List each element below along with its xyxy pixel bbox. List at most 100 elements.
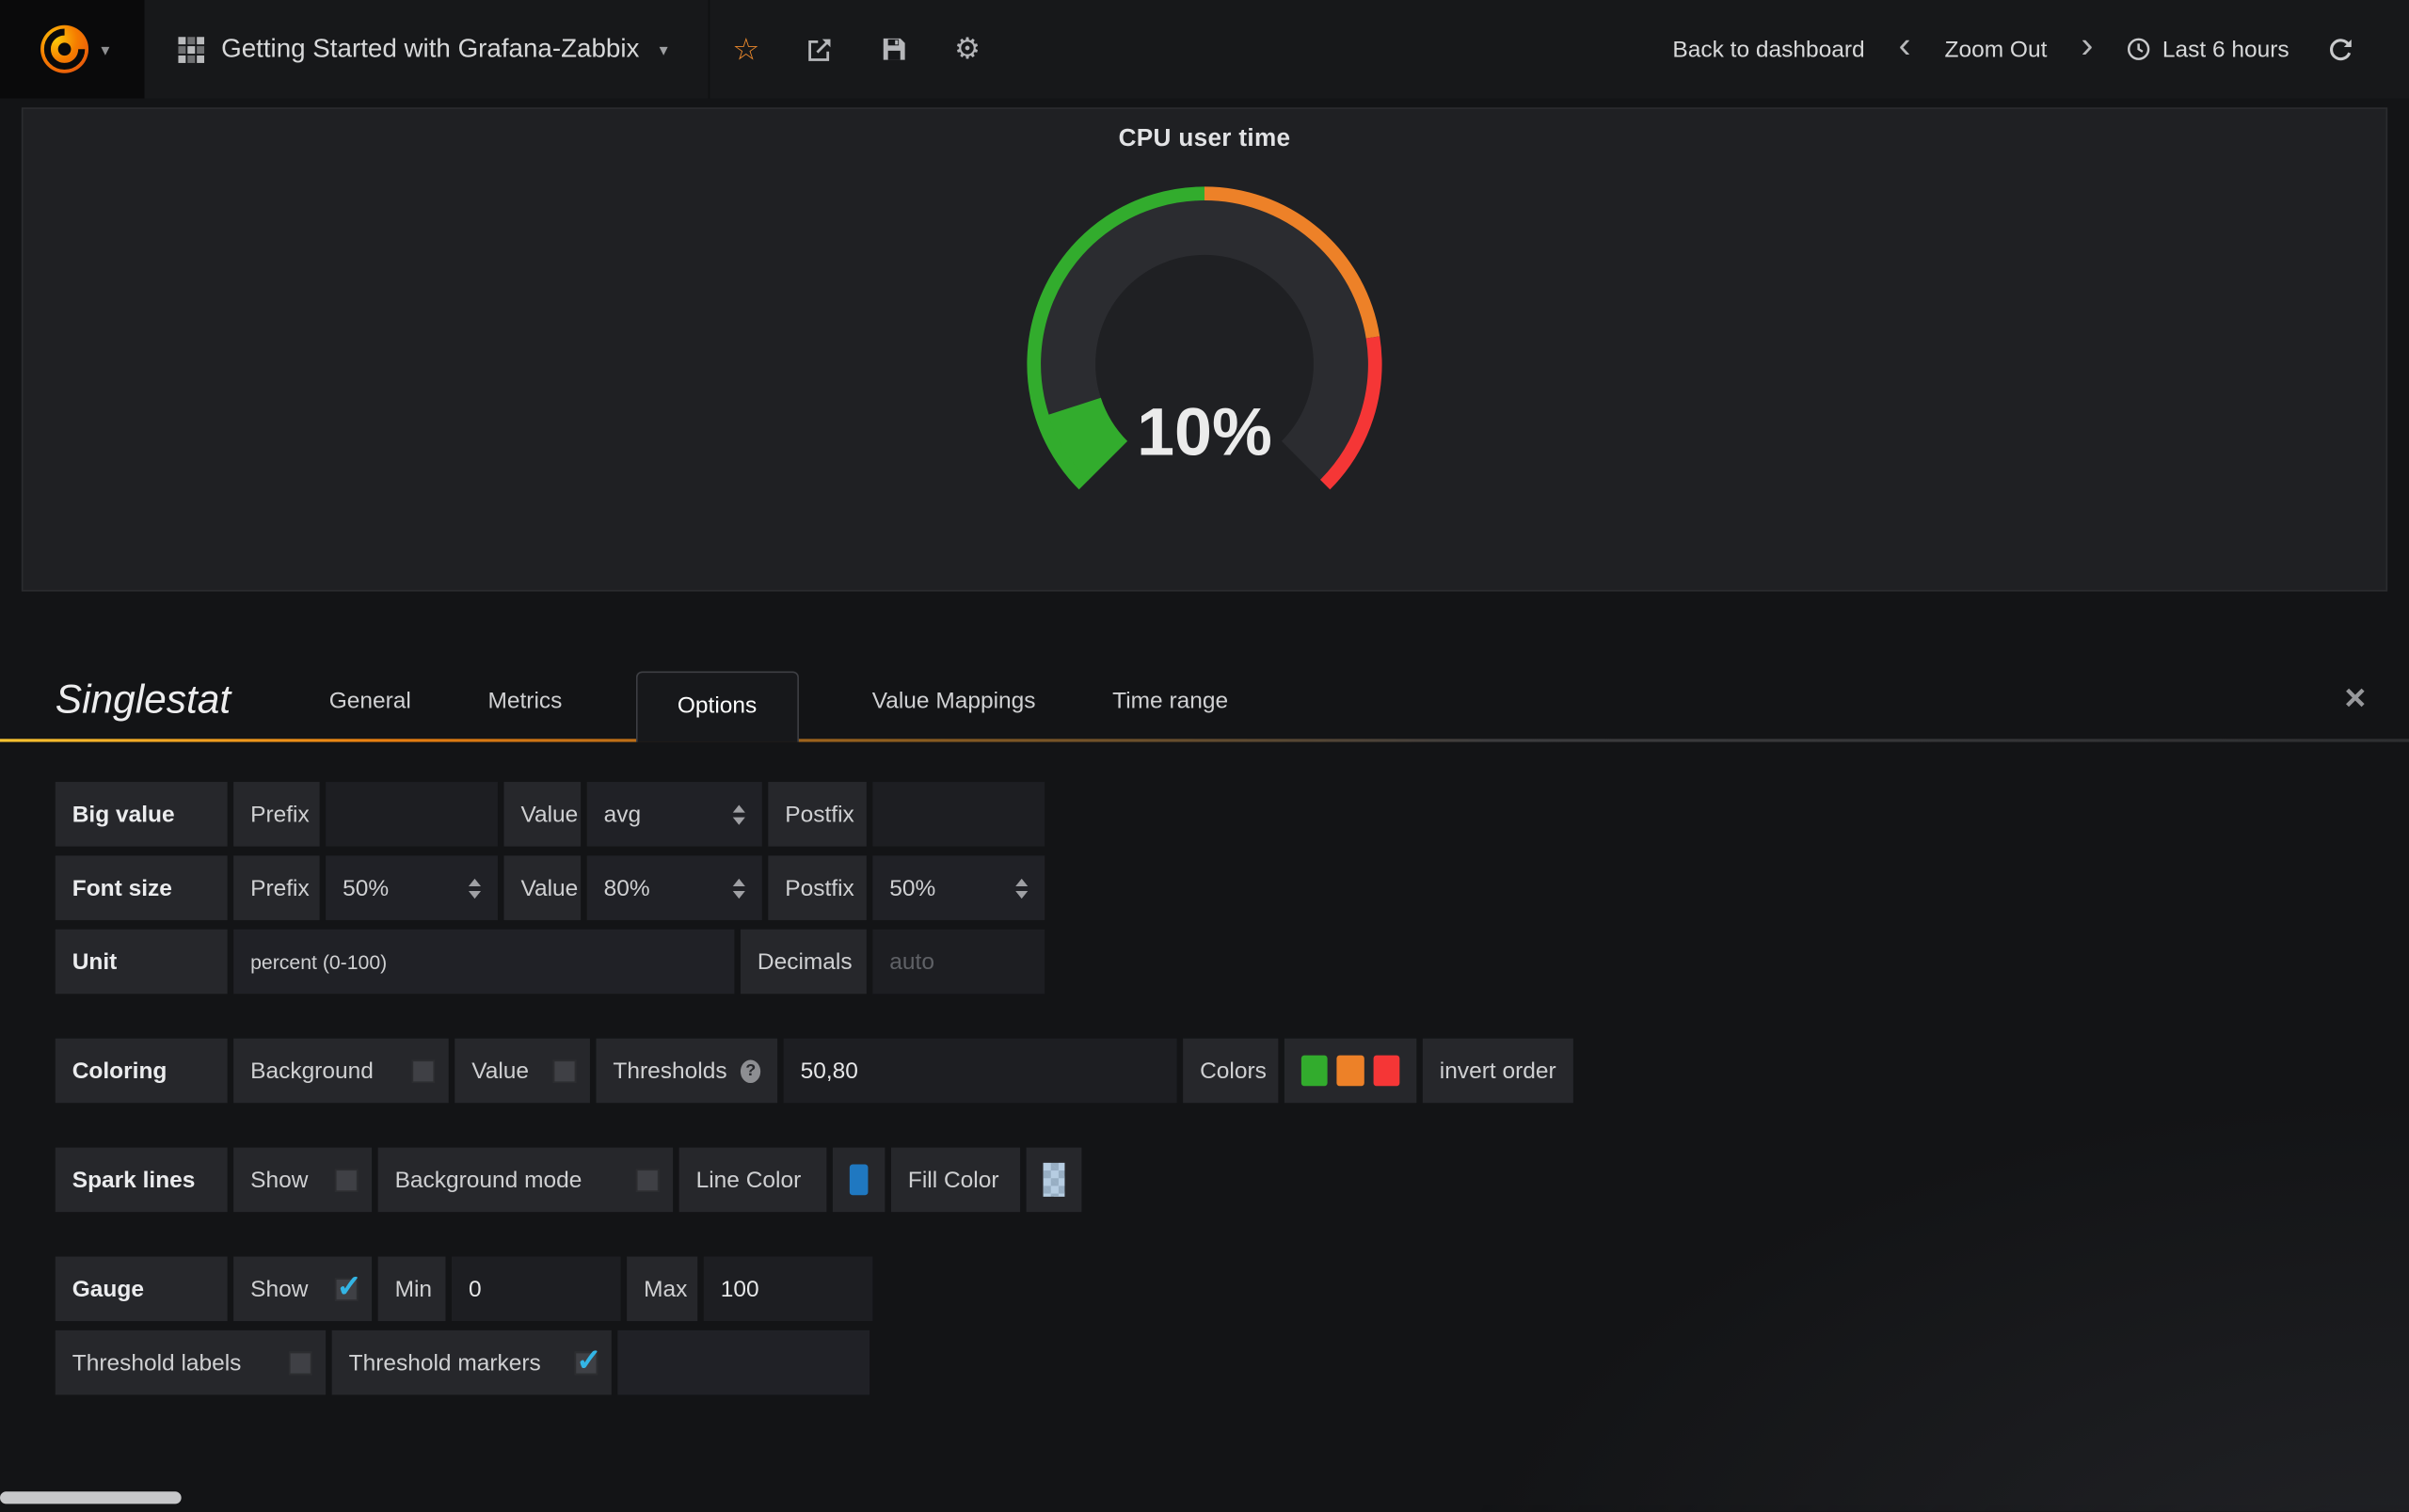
gauge-value-arc	[1075, 406, 1108, 461]
invert-order-button[interactable]: invert order	[1423, 1039, 1573, 1104]
coloring-background-checkbox[interactable]	[412, 1059, 435, 1082]
font-size-prefix-select[interactable]: 50%	[326, 855, 498, 920]
time-shift-left-button[interactable]: ‹	[1890, 27, 1921, 64]
line-color-label: Line Color	[679, 1148, 827, 1213]
dashboard-grid-icon	[178, 36, 204, 62]
close-editor-icon[interactable]: ×	[2344, 680, 2366, 717]
gauge-max-input[interactable]	[704, 1257, 873, 1322]
dashboard-area: CPU user time 10%	[0, 98, 2409, 591]
spark-lines-row: Spark lines Show Background mode Line Co…	[56, 1148, 2409, 1213]
line-color-swatch-seg	[833, 1148, 885, 1213]
font-size-value-select[interactable]: 80%	[587, 855, 762, 920]
panel-editor: Singlestat General Metrics Options Value…	[0, 653, 2409, 1512]
coloring-background-toggle[interactable]: Background	[233, 1039, 449, 1104]
help-icon[interactable]: ?	[741, 1059, 760, 1082]
gear-icon: ⚙	[954, 31, 981, 67]
share-dashboard-button[interactable]	[783, 0, 856, 98]
panel-title[interactable]: CPU user time	[1119, 126, 1291, 153]
save-dashboard-button[interactable]	[856, 0, 930, 98]
spark-show-toggle[interactable]: Show	[233, 1148, 372, 1213]
decimals-input[interactable]	[872, 930, 1045, 995]
tab-metrics[interactable]: Metrics	[485, 688, 565, 739]
time-shift-right-button[interactable]: ›	[2072, 27, 2103, 64]
unit-picker[interactable]: percent (0-100)	[233, 930, 734, 995]
big-value-stat-select[interactable]: avg	[587, 782, 762, 847]
save-icon	[882, 37, 906, 61]
gauge-show-checkbox[interactable]	[335, 1278, 358, 1300]
caret-down-icon: ▾	[660, 40, 668, 59]
coloring-value-label: Value	[471, 1058, 529, 1084]
spark-show-checkbox[interactable]	[335, 1169, 358, 1191]
share-icon	[806, 36, 833, 62]
big-value-value-label: Value	[504, 782, 582, 847]
clock-icon	[2127, 37, 2151, 61]
threshold-markers-checkbox[interactable]	[575, 1351, 598, 1374]
colors-label: Colors	[1183, 1039, 1278, 1104]
big-value-postfix-input[interactable]	[872, 782, 1045, 847]
threshold-labels-checkbox[interactable]	[289, 1351, 311, 1374]
spark-background-mode-toggle[interactable]: Background mode	[378, 1148, 673, 1213]
tab-options[interactable]: Options	[636, 671, 799, 741]
big-value-section-label: Big value	[56, 782, 228, 847]
tab-value-mappings[interactable]: Value Mappings	[869, 688, 1038, 739]
grafana-app: ▾ Getting Started with Grafana-Zabbix ▾ …	[0, 0, 2409, 1505]
grafana-logo-icon	[35, 20, 93, 78]
font-size-section-label: Font size	[56, 855, 228, 920]
font-size-value-selected: 80%	[604, 875, 650, 901]
select-arrows-icon	[733, 804, 745, 824]
spark-background-mode-checkbox[interactable]	[636, 1169, 659, 1191]
font-size-postfix-selected: 50%	[889, 875, 935, 901]
coloring-value-toggle[interactable]: Value	[455, 1039, 590, 1104]
gauge-thresholds-row: Threshold labels Threshold markers	[56, 1330, 2409, 1395]
spark-lines-section-label: Spark lines	[56, 1148, 228, 1213]
gauge-row: Gauge Show Min Max	[56, 1257, 2409, 1322]
thresholds-input[interactable]	[784, 1039, 1177, 1104]
back-to-dashboard-button[interactable]: Back to dashboard	[1657, 36, 1880, 62]
fill-color-swatch[interactable]	[1044, 1163, 1065, 1197]
tab-general[interactable]: General	[326, 688, 414, 739]
horizontal-scrollbar-thumb[interactable]	[0, 1491, 182, 1504]
zoom-out-button[interactable]: Zoom Out	[1929, 36, 2063, 62]
spark-background-mode-label: Background mode	[395, 1167, 582, 1193]
refresh-button[interactable]	[2314, 23, 2367, 75]
threshold-color-swatches	[1284, 1039, 1416, 1104]
select-arrows-icon	[1015, 878, 1028, 898]
coloring-value-checkbox[interactable]	[553, 1059, 576, 1082]
orange-color-swatch[interactable]	[1337, 1056, 1364, 1087]
big-value-row: Big value Prefix Value avg Postfix	[56, 782, 2409, 847]
dashboard-settings-button[interactable]: ⚙	[931, 0, 1004, 98]
tab-time-range[interactable]: Time range	[1109, 688, 1231, 739]
big-value-postfix-label: Postfix	[768, 782, 866, 847]
time-range-picker[interactable]: Last 6 hours	[2112, 36, 2305, 62]
editor-panel-type: Singlestat	[56, 676, 231, 739]
filler-segment	[617, 1330, 869, 1395]
threshold-markers-toggle[interactable]: Threshold markers	[332, 1330, 612, 1395]
font-size-postfix-select[interactable]: 50%	[872, 855, 1045, 920]
select-arrows-icon	[469, 878, 481, 898]
font-size-postfix-label: Postfix	[768, 855, 866, 920]
gauge-min-label: Min	[378, 1257, 446, 1322]
big-value-prefix-label: Prefix	[233, 782, 319, 847]
caret-down-icon: ▾	[101, 40, 109, 59]
line-color-swatch[interactable]	[850, 1165, 869, 1196]
options-tab-content: Big value Prefix Value avg Postfix Font …	[0, 742, 2409, 1512]
gauge-min-input[interactable]	[452, 1257, 621, 1322]
unit-section-label: Unit	[56, 930, 228, 995]
fill-color-swatch-seg	[1027, 1148, 1082, 1213]
spark-show-label: Show	[250, 1167, 308, 1193]
navbar-actions: ☆ ⚙	[710, 0, 1004, 98]
refresh-icon	[2327, 36, 2353, 62]
green-color-swatch[interactable]	[1301, 1056, 1328, 1087]
navbar-right: Back to dashboard ‹ Zoom Out › Last 6 ho…	[1657, 0, 2409, 98]
gauge-chart: 10%	[897, 157, 1511, 502]
red-color-swatch[interactable]	[1373, 1056, 1399, 1087]
gauge-show-toggle[interactable]: Show	[233, 1257, 372, 1322]
threshold-labels-toggle[interactable]: Threshold labels	[56, 1330, 326, 1395]
gauge-value-text: 10%	[1137, 394, 1272, 470]
grafana-logo-menu[interactable]: ▾	[0, 0, 144, 98]
star-dashboard-button[interactable]: ☆	[710, 0, 783, 98]
dashboard-title-button[interactable]: Getting Started with Grafana-Zabbix ▾	[144, 0, 709, 98]
big-value-prefix-input[interactable]	[326, 782, 498, 847]
big-value-stat-selected: avg	[604, 801, 641, 827]
font-size-prefix-label: Prefix	[233, 855, 319, 920]
